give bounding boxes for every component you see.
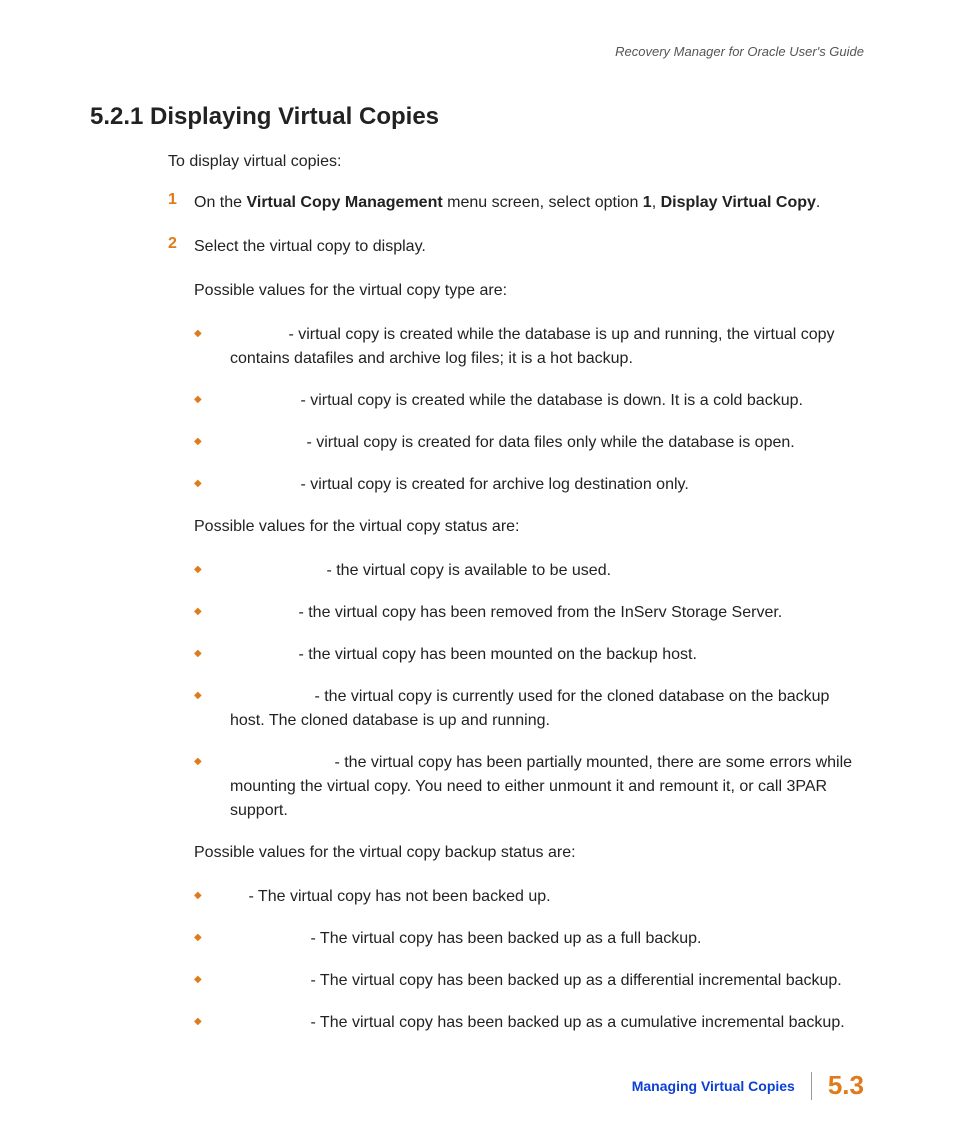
bullet-text: - The virtual copy has not been backed u… [220,885,551,909]
status-intro: Possible values for the virtual copy sta… [194,515,864,539]
bullet-text: - the virtual copy has been partially mo… [220,751,864,823]
footer-page-number: 5.3 [828,1070,864,1101]
step-2: 2 Select the virtual copy to display. [168,235,864,259]
footer-section-title: Managing Virtual Copies [632,1078,811,1094]
diamond-bullet-icon: ◆ [194,969,220,993]
step-number: 1 [168,191,194,215]
bullet-text: - the virtual copy is available to be us… [220,559,611,583]
page-footer: Managing Virtual Copies 5.3 [632,1070,864,1101]
bullet-description: - The virtual copy has been backed up as… [306,972,842,989]
bullet-text: - virtual copy is created for archive lo… [220,473,689,497]
diamond-bullet-icon: ◆ [194,751,220,823]
backup-bullet-list: ◆ - The virtual copy has not been backed… [90,885,864,1035]
bullet-text: - the virtual copy is currently used for… [220,685,864,733]
bullet-text: - virtual copy is created while the data… [220,389,803,413]
bullet-item: ◆ - the virtual copy has been removed fr… [194,601,864,625]
bullet-text: - The virtual copy has been backed up as… [220,969,842,993]
bullet-item: ◆ - the virtual copy is currently used f… [194,685,864,733]
type-bullet-list: ◆ - virtual copy is created while the da… [90,323,864,497]
diamond-bullet-icon: ◆ [194,685,220,733]
bullet-item: ◆ - The virtual copy has not been backed… [194,885,864,909]
bullet-description: - virtual copy is created for archive lo… [296,476,689,493]
bullet-description: - The virtual copy has been backed up as… [306,930,702,947]
step-body: Select the virtual copy to display. [194,235,426,259]
document-page: Recovery Manager for Oracle User's Guide… [0,0,954,1035]
bullet-description: - The virtual copy has been backed up as… [306,1014,845,1031]
diamond-bullet-icon: ◆ [194,473,220,497]
step-number: 2 [168,235,194,259]
diamond-bullet-icon: ◆ [194,323,220,371]
bold-text: Virtual Copy Management [246,194,442,211]
bullet-text: - The virtual copy has been backed up as… [220,1011,845,1035]
step-1: 1 On the Virtual Copy Management menu sc… [168,191,864,215]
bold-text: 1 [643,194,652,211]
bullet-text: - The virtual copy has been backed up as… [220,927,702,951]
diamond-bullet-icon: ◆ [194,389,220,413]
bullet-item: ◆ - The virtual copy has been backed up … [194,969,864,993]
diamond-bullet-icon: ◆ [194,927,220,951]
text: menu screen, select option [443,194,643,211]
status-bullet-list: ◆ - the virtual copy is available to be … [90,559,864,823]
backup-intro: Possible values for the virtual copy bac… [194,841,864,865]
bullet-item: ◆ - The virtual copy has been backed up … [194,1011,864,1035]
bullet-text: - virtual copy is created while the data… [220,323,864,371]
diamond-bullet-icon: ◆ [194,1011,220,1035]
bullet-item: ◆ - virtual copy is created for archive … [194,473,864,497]
bold-text: Display Virtual Copy [661,194,816,211]
intro-text: To display virtual copies: [168,153,864,171]
diamond-bullet-icon: ◆ [194,643,220,667]
bullet-item: ◆ - the virtual copy is available to be … [194,559,864,583]
text: , [652,194,661,211]
bullet-description: - The virtual copy has not been backed u… [244,888,551,905]
bullet-description: - the virtual copy is available to be us… [322,562,611,579]
bullet-description: - the virtual copy has been mounted on t… [294,646,697,663]
bullet-description: - virtual copy is created while the data… [230,326,835,367]
bullet-item: ◆ - virtual copy is created while the da… [194,389,864,413]
text: . [816,194,820,211]
bullet-item: ◆ - virtual copy is created while the da… [194,323,864,371]
type-intro: Possible values for the virtual copy typ… [194,279,864,303]
diamond-bullet-icon: ◆ [194,601,220,625]
section-heading: 5.2.1 Displaying Virtual Copies [90,103,864,131]
bullet-item: ◆ - virtual copy is created for data fil… [194,431,864,455]
bullet-description: - virtual copy is created while the data… [296,392,803,409]
bullet-text: - the virtual copy has been removed from… [220,601,782,625]
diamond-bullet-icon: ◆ [194,559,220,583]
bullet-description: - the virtual copy is currently used for… [230,688,829,729]
bullet-item: ◆ - the virtual copy has been partially … [194,751,864,823]
bullet-item: ◆ - the virtual copy has been mounted on… [194,643,864,667]
bullet-description: - the virtual copy has been removed from… [294,604,782,621]
bullet-description: - the virtual copy has been partially mo… [230,754,852,819]
bullet-description: - virtual copy is created for data files… [302,434,795,451]
bullet-item: ◆ - The virtual copy has been backed up … [194,927,864,951]
running-header: Recovery Manager for Oracle User's Guide [90,44,864,59]
text: On the [194,194,246,211]
footer-separator [811,1072,812,1100]
diamond-bullet-icon: ◆ [194,431,220,455]
diamond-bullet-icon: ◆ [194,885,220,909]
bullet-text: - the virtual copy has been mounted on t… [220,643,697,667]
step-body: On the Virtual Copy Management menu scre… [194,191,820,215]
bullet-text: - virtual copy is created for data files… [220,431,795,455]
